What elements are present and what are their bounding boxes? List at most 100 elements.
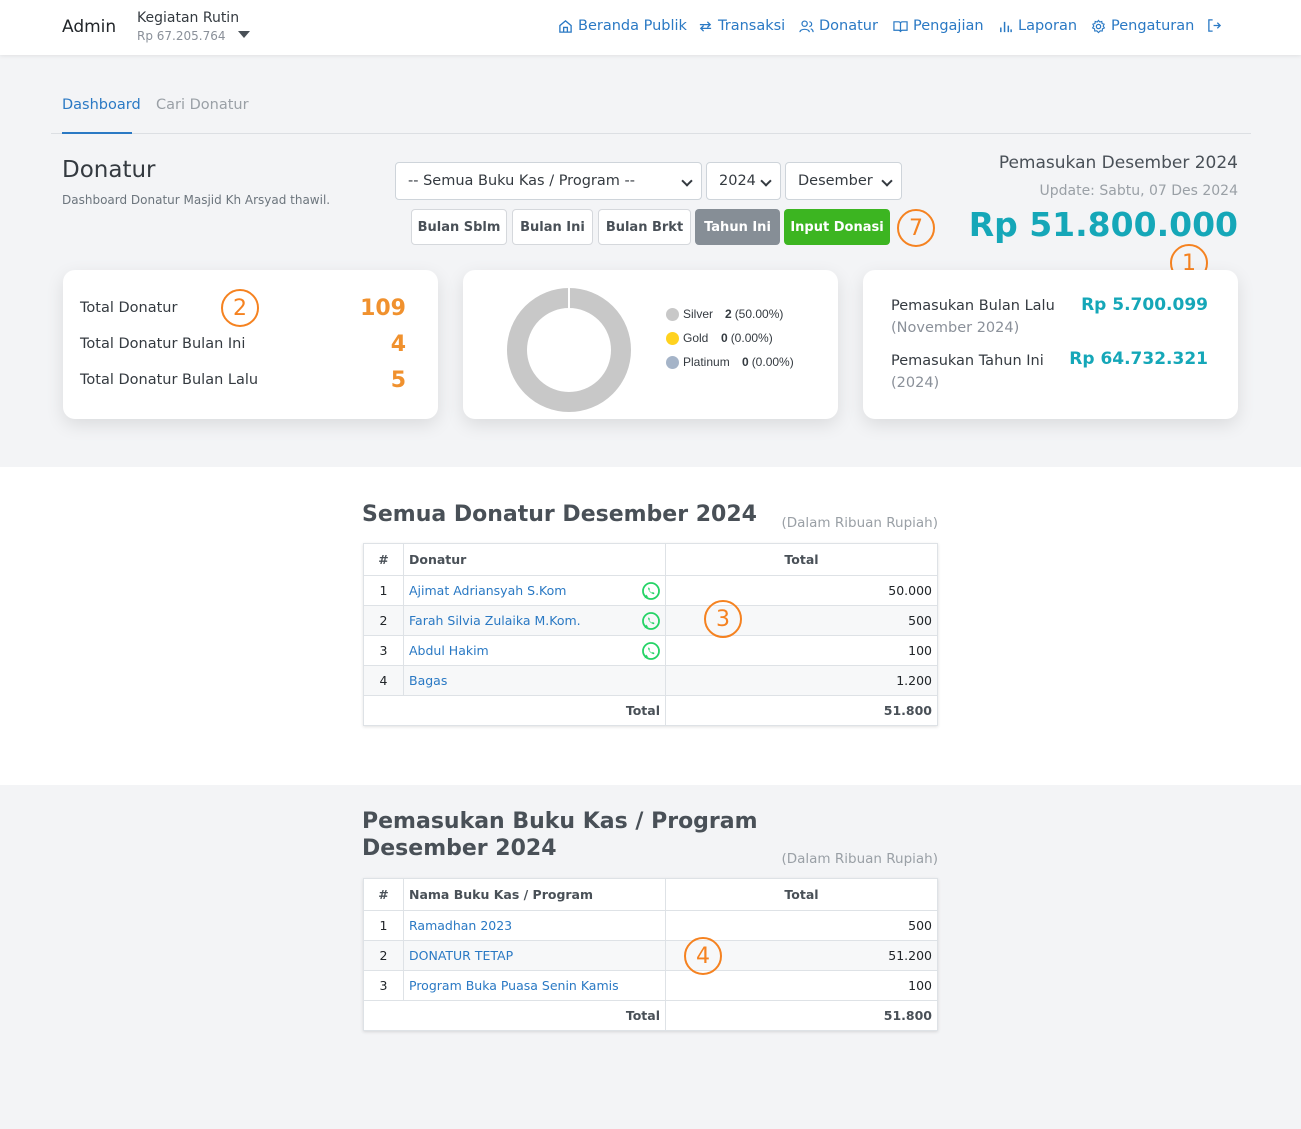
total-donatur-value: 109 bbox=[360, 296, 406, 321]
month-select-value: Desember bbox=[798, 173, 873, 189]
row-num: 1 bbox=[363, 910, 404, 941]
nav-donatur[interactable]: Donatur bbox=[799, 18, 878, 34]
top-navbar: Admin Kegiatan Rutin Rp 67.205.764 Beran… bbox=[0, 0, 1301, 55]
table-row: 1 Ramadhan 2023 500 bbox=[363, 910, 938, 941]
donor-name-cell: Farah Silvia Zulaika M.Kom. bbox=[403, 605, 666, 636]
nav-laporan[interactable]: Laporan bbox=[998, 18, 1077, 34]
nav-transaksi-label: Transaksi bbox=[718, 18, 786, 34]
caret-down-icon[interactable] bbox=[238, 31, 250, 38]
this-month-button[interactable]: Bulan Ini bbox=[512, 209, 593, 245]
income-title: Pemasukan Desember 2024 bbox=[998, 153, 1238, 173]
program-section: Pemasukan Buku Kas / Program Desember 20… bbox=[0, 785, 1301, 1129]
last-month-income-title: Pemasukan Bulan Lalu bbox=[891, 298, 1055, 314]
legend-platinum: Platinum 0 (0.00%) bbox=[666, 355, 794, 369]
nav-pengajian-label: Pengajian bbox=[913, 18, 984, 34]
table-row: 3 Abdul Hakim 100 bbox=[363, 635, 938, 666]
gear-icon bbox=[1091, 18, 1106, 33]
donatur-bulan-lalu-value: 5 bbox=[390, 368, 406, 393]
book-open-icon bbox=[893, 20, 908, 32]
donor-link[interactable]: Bagas bbox=[409, 673, 447, 688]
whatsapp-icon[interactable] bbox=[641, 641, 661, 661]
nav-pengajian[interactable]: Pengajian bbox=[893, 18, 984, 34]
col-header-num: # bbox=[363, 543, 404, 576]
brand-admin[interactable]: Admin bbox=[62, 17, 116, 37]
logout-icon bbox=[1208, 19, 1222, 32]
callout-4: 4 bbox=[684, 937, 722, 975]
donors-section: Semua Donatur Desember 2024 (Dalam Ribua… bbox=[0, 467, 1301, 785]
legend-gold: Gold 0 (0.00%) bbox=[666, 331, 773, 345]
input-donasi-button[interactable]: Input Donasi bbox=[784, 209, 890, 245]
home-icon bbox=[559, 19, 572, 33]
program-link[interactable]: Program Buka Puasa Senin Kamis bbox=[403, 970, 666, 1001]
tab-cari-donatur[interactable]: Cari Donatur bbox=[156, 97, 249, 113]
col-header-total[interactable]: Total bbox=[665, 543, 938, 576]
row-num: 1 bbox=[363, 575, 404, 606]
legend-platinum-count: 0 bbox=[742, 355, 749, 369]
col-header-donatur[interactable]: Donatur bbox=[403, 543, 666, 576]
chevron-down-icon bbox=[760, 175, 772, 187]
donors-section-note: (Dalam Ribuan Rupiah) bbox=[781, 515, 938, 531]
callout-2: 2 bbox=[221, 289, 259, 327]
nav-pengaturan-label: Pengaturan bbox=[1111, 18, 1195, 34]
table-row: 2 DONATUR TETAP 51.200 bbox=[363, 940, 938, 971]
total-label: Total bbox=[363, 1000, 666, 1031]
table-header-row: # Donatur Total bbox=[363, 543, 938, 576]
bar-chart-icon bbox=[1000, 21, 1012, 32]
donor-tier-card: Silver 2 (50.00%) Gold 0 (0.00%) Platinu… bbox=[463, 270, 838, 419]
donor-name-cell: Abdul Hakim bbox=[403, 635, 666, 666]
legend-gold-name: Gold bbox=[683, 331, 709, 345]
last-month-period: (November 2024) bbox=[891, 320, 1020, 336]
donor-link[interactable]: Farah Silvia Zulaika M.Kom. bbox=[409, 613, 581, 628]
legend-platinum-pct: (0.00%) bbox=[751, 355, 794, 369]
chevron-down-icon bbox=[681, 175, 693, 187]
donor-link[interactable]: Abdul Hakim bbox=[409, 643, 489, 658]
next-month-button[interactable]: Bulan Brkt bbox=[598, 209, 691, 245]
nav-beranda-label: Beranda Publik bbox=[578, 18, 687, 34]
whatsapp-icon[interactable] bbox=[641, 611, 661, 631]
nav-pengaturan[interactable]: Pengaturan bbox=[1091, 18, 1194, 34]
total-value: 51.800 bbox=[665, 695, 938, 726]
prev-month-button[interactable]: Bulan Sblm bbox=[411, 209, 507, 245]
col-header-program[interactable]: Nama Buku Kas / Program bbox=[403, 878, 666, 911]
donors-section-title: Semua Donatur Desember 2024 bbox=[362, 502, 757, 527]
tab-dashboard[interactable]: Dashboard bbox=[62, 97, 141, 113]
col-header-num: # bbox=[363, 878, 404, 911]
chevron-down-icon bbox=[881, 175, 893, 187]
tier-donut-chart bbox=[507, 287, 631, 412]
program-link[interactable]: Ramadhan 2023 bbox=[403, 910, 666, 941]
legend-platinum-name: Platinum bbox=[683, 355, 730, 369]
year-income-label: Pemasukan Tahun Ini (2024) bbox=[891, 350, 1044, 394]
year-select[interactable]: 2024 bbox=[706, 162, 781, 200]
program-select-value: -- Semua Buku Kas / Program -- bbox=[408, 173, 635, 189]
org-name: Kegiatan Rutin bbox=[137, 10, 240, 26]
donor-total: 1.200 bbox=[665, 665, 938, 696]
income-amount: Rp 51.800.000 bbox=[968, 205, 1238, 244]
legend-silver: Silver 2 (50.00%) bbox=[666, 307, 783, 321]
nav-transaksi[interactable]: Transaksi bbox=[698, 18, 785, 34]
whatsapp-icon[interactable] bbox=[641, 581, 661, 601]
program-title-line1: Pemasukan Buku Kas / Program bbox=[362, 809, 758, 834]
nav-beranda-publik[interactable]: Beranda Publik bbox=[558, 18, 687, 34]
donor-name-cell: Ajimat Adriansyah S.Kom bbox=[403, 575, 666, 606]
year-income-value: Rp 64.732.321 bbox=[1069, 349, 1208, 369]
program-select[interactable]: -- Semua Buku Kas / Program -- bbox=[395, 162, 702, 200]
legend-silver-count: 2 bbox=[725, 307, 732, 321]
month-select[interactable]: Desember bbox=[785, 162, 902, 200]
table-row: 2 Farah Silvia Zulaika M.Kom. 500 bbox=[363, 605, 938, 636]
this-year-button[interactable]: Tahun Ini bbox=[695, 209, 780, 245]
program-link[interactable]: DONATUR TETAP bbox=[403, 940, 666, 971]
repeat-icon bbox=[699, 20, 712, 32]
total-donatur-label: Total Donatur bbox=[80, 300, 178, 316]
callout-7: 7 bbox=[897, 209, 935, 247]
org-balance: Rp 67.205.764 bbox=[137, 29, 226, 43]
silver-dot-icon bbox=[666, 307, 679, 321]
logout-link[interactable] bbox=[1207, 18, 1222, 33]
col-header-total[interactable]: Total bbox=[665, 878, 938, 911]
donor-name-cell: Bagas bbox=[403, 665, 666, 696]
org-switcher[interactable]: Kegiatan Rutin Rp 67.205.764 bbox=[137, 10, 239, 43]
program-section-note: (Dalam Ribuan Rupiah) bbox=[781, 851, 938, 867]
gold-dot-icon bbox=[666, 331, 679, 345]
callout-3: 3 bbox=[704, 600, 742, 638]
donatur-bulan-lalu-label: Total Donatur Bulan Lalu bbox=[80, 372, 259, 388]
donor-link[interactable]: Ajimat Adriansyah S.Kom bbox=[409, 583, 566, 598]
